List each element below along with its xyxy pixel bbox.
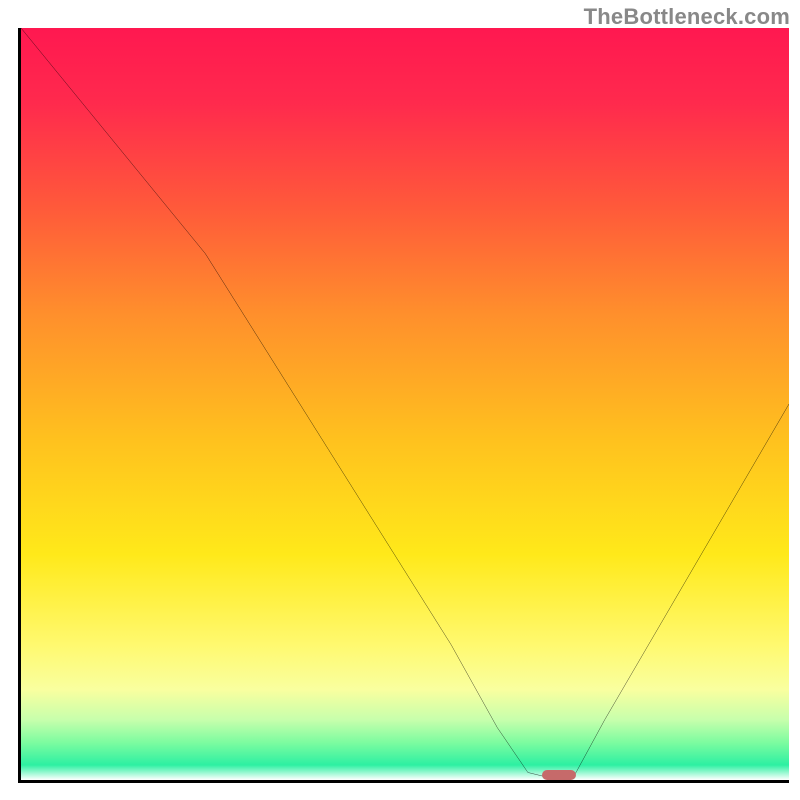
curve-path bbox=[21, 28, 789, 780]
bottleneck-curve bbox=[21, 28, 789, 780]
chart-stage: TheBottleneck.com bbox=[0, 0, 800, 800]
valley-marker bbox=[542, 770, 576, 780]
plot-area bbox=[18, 28, 789, 783]
watermark-text: TheBottleneck.com bbox=[584, 4, 790, 30]
